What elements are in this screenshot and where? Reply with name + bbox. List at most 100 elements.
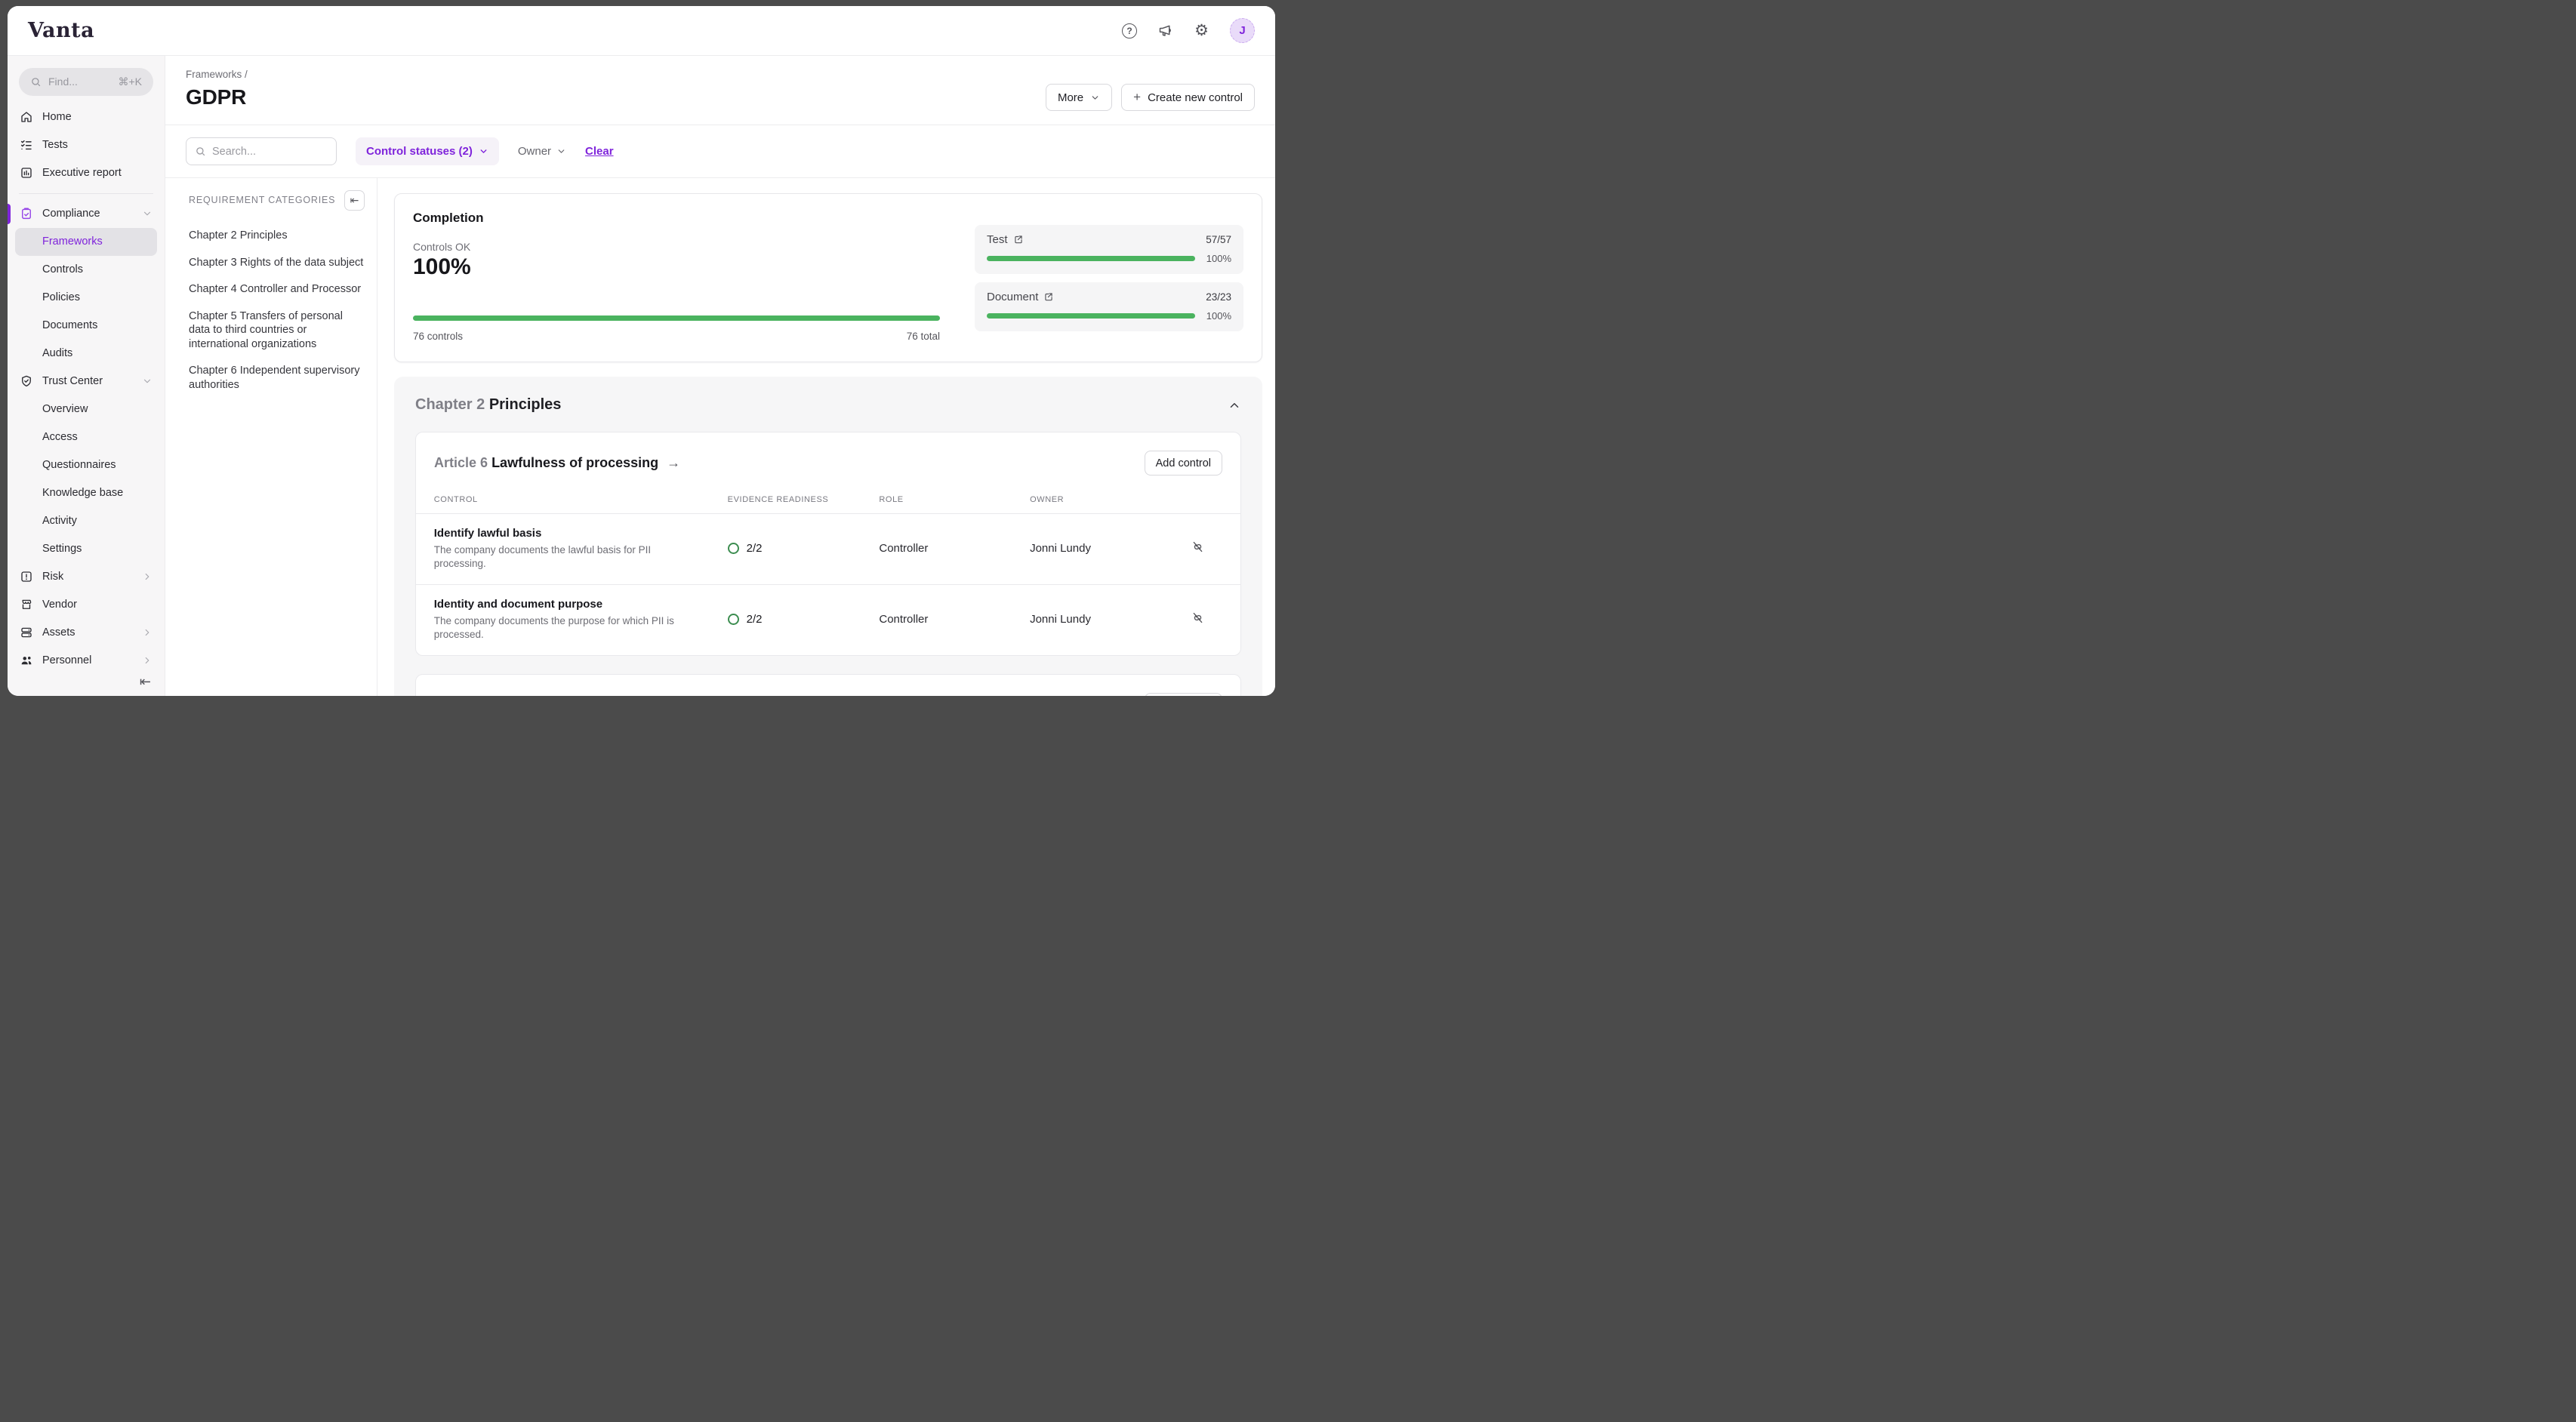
sidebar-collapse-button[interactable]: ⇤ (8, 674, 165, 696)
gear-icon[interactable]: ⚙ (1194, 23, 1209, 38)
sidebar-item-vendor[interactable]: Vendor (8, 590, 165, 618)
add-control-button[interactable]: Add control (1145, 451, 1222, 476)
storefront-icon (20, 598, 33, 611)
chapter-label: Chapter 2 (415, 396, 485, 413)
sidebar-item-controls[interactable]: Controls (8, 256, 165, 284)
collapse-left-icon: ⇤ (350, 194, 359, 207)
category-item[interactable]: Chapter 6 Independent supervisory author… (189, 364, 365, 392)
sidebar-item-overview[interactable]: Overview (8, 395, 165, 423)
completion-title: Completion (413, 211, 940, 226)
sidebar-item-assets[interactable]: Assets (8, 618, 165, 646)
home-icon (20, 110, 33, 124)
article-6-title[interactable]: Article 6 Lawfulness of processing → (434, 455, 680, 471)
col-role: ROLE (879, 491, 1030, 514)
breadcrumb: Frameworks / (186, 69, 1255, 80)
evidence-ring-icon (728, 543, 739, 554)
document-value: 23/23 (1206, 291, 1231, 303)
sidebar-item-compliance[interactable]: Compliance (8, 200, 165, 228)
checklist-icon (20, 138, 33, 152)
category-item[interactable]: Chapter 3 Rights of the data subject (189, 256, 365, 270)
sidebar-item-frameworks[interactable]: Frameworks (15, 228, 157, 256)
external-link-icon[interactable] (1043, 291, 1054, 302)
breadcrumb-frameworks[interactable]: Frameworks (186, 69, 242, 80)
sidebar-item-documents[interactable]: Documents (8, 312, 165, 340)
category-item[interactable]: Chapter 4 Controller and Processor (189, 282, 365, 297)
more-button[interactable]: More (1046, 84, 1112, 111)
sidebar-item-access[interactable]: Access (8, 423, 165, 451)
sidebar-item-tests[interactable]: Tests (8, 131, 165, 159)
clear-filters-link[interactable]: Clear (585, 145, 614, 158)
controls-ok-label: Controls OK (413, 241, 940, 253)
chevron-right-icon (142, 655, 153, 666)
avatar[interactable]: J (1230, 18, 1255, 43)
clipboard-check-icon (20, 207, 33, 220)
app-body: Find... ⌘+K Home Tests Executive rep (8, 56, 1275, 696)
shield-check-icon (20, 374, 33, 388)
unlink-icon[interactable] (1191, 540, 1205, 554)
sidebar-item-executive-report[interactable]: Executive report (8, 159, 165, 187)
help-icon[interactable]: ? (1122, 23, 1137, 38)
control-statuses-filter[interactable]: Control statuses (2) (356, 137, 499, 165)
test-progress-card: Test 57/57 100% (975, 225, 1243, 274)
sidebar-item-knowledge-base[interactable]: Knowledge base (8, 479, 165, 506)
document-percent: 100% (1204, 310, 1231, 322)
controls-total: 76 total (907, 331, 940, 342)
chevron-down-icon (479, 146, 488, 156)
test-label: Test (987, 233, 1008, 246)
search-box (186, 137, 337, 165)
find-search[interactable]: Find... ⌘+K (19, 68, 153, 96)
chapter-name: Principles (489, 396, 562, 413)
article-7-card: Article 7 Conditions for consent → Add c… (415, 674, 1241, 696)
create-new-control-button[interactable]: + Create new control (1121, 84, 1255, 111)
owner-filter[interactable]: Owner (518, 145, 566, 158)
megaphone-icon[interactable] (1157, 23, 1173, 38)
topbar: Vanta ? ⚙ J (8, 6, 1275, 56)
categories-collapse-button[interactable]: ⇤ (344, 190, 365, 211)
sidebar-item-activity[interactable]: Activity (8, 506, 165, 534)
search-icon (195, 146, 206, 157)
cards-area: Completion Controls OK 100% 76 controls … (377, 178, 1275, 696)
table-row[interactable]: Identity and document purpose The compan… (416, 585, 1240, 656)
test-percent: 100% (1204, 253, 1231, 264)
sidebar-item-trust-center[interactable]: Trust Center (8, 368, 165, 396)
sidebar-item-label: Personnel (42, 654, 91, 666)
sidebar-item-policies[interactable]: Policies (8, 284, 165, 312)
filter-bar: Control statuses (2) Owner Clear (165, 125, 1275, 178)
col-control: CONTROL (434, 491, 728, 514)
chevron-up-icon[interactable] (1228, 399, 1241, 412)
more-label: More (1058, 91, 1083, 104)
controls-count: 76 controls (413, 331, 463, 342)
control-owner: Jonni Lundy (1030, 585, 1191, 656)
add-control-button[interactable]: Add control (1145, 693, 1222, 696)
table-row[interactable]: Identify lawful basis The company docume… (416, 514, 1240, 585)
sidebar-item-home[interactable]: Home (8, 103, 165, 131)
control-name: Identity and document purpose (434, 598, 728, 611)
find-shortcut: ⌘+K (118, 75, 142, 88)
sidebar-item-risk[interactable]: Risk (8, 562, 165, 590)
unlink-icon[interactable] (1191, 611, 1205, 625)
document-progress-card: Document 23/23 100% (975, 282, 1243, 331)
sidebar-item-label: Home (42, 111, 72, 123)
test-progress-bar (987, 256, 1195, 261)
category-item[interactable]: Chapter 2 Principles (189, 229, 365, 243)
article-label: Article 6 (434, 455, 488, 470)
control-description: The company documents the lawful basis f… (434, 543, 676, 570)
col-owner: OWNER (1030, 491, 1191, 514)
category-item[interactable]: Chapter 5 Transfers of personal data to … (189, 309, 365, 352)
chapter-2-title: Chapter 2 Principles (415, 396, 561, 414)
page-header: Frameworks / GDPR More + (165, 56, 1275, 125)
article-6-card: Article 6 Lawfulness of processing → Add… (415, 432, 1241, 656)
external-link-icon[interactable] (1013, 234, 1024, 245)
sidebar-item-audits[interactable]: Audits (8, 340, 165, 368)
server-icon (20, 626, 33, 639)
sidebar-item-settings[interactable]: Settings (8, 534, 165, 562)
sidebar-item-questionnaires[interactable]: Questionnaires (8, 451, 165, 479)
chevron-down-icon (142, 376, 153, 386)
sidebar-item-label: Compliance (42, 208, 100, 220)
categories-list: Chapter 2 Principles Chapter 3 Rights of… (189, 229, 365, 392)
search-input[interactable] (212, 146, 328, 158)
topbar-actions: ? ⚙ J (1122, 18, 1255, 43)
sidebar-item-label: Assets (42, 626, 75, 639)
sidebar-item-personnel[interactable]: Personnel (8, 646, 165, 674)
arrow-right-icon: → (667, 455, 680, 470)
